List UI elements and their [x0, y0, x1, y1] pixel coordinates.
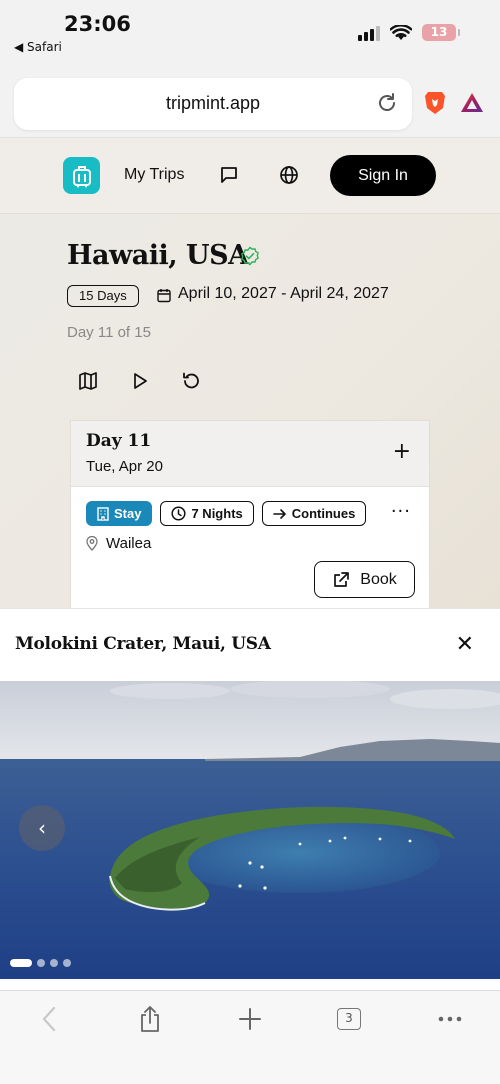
status-time: 23:06	[64, 12, 131, 36]
pin-icon	[86, 536, 98, 551]
reset-icon[interactable]	[181, 371, 201, 391]
place-title: Molokini Crater, Maui, USA	[15, 634, 271, 654]
more-icon[interactable]: ···	[391, 501, 411, 522]
chevron-left-icon: ‹	[38, 816, 46, 840]
brave-rewards-icon[interactable]	[460, 92, 484, 114]
stay-location: Wailea	[86, 535, 151, 552]
carousel-dot[interactable]	[63, 959, 71, 967]
place-photo-carousel[interactable]: ‹	[0, 681, 500, 979]
nights-tag[interactable]: 7 Nights	[160, 501, 254, 526]
nights-tag-label: 7 Nights	[191, 505, 243, 521]
location-name: Wailea	[106, 535, 152, 552]
day-card-header[interactable]: Day 11 Tue, Apr 20 +	[71, 421, 429, 487]
back-to-safari[interactable]: ◀ Safari	[14, 40, 62, 54]
stay-tags: Stay 7 Nights Continues	[86, 501, 367, 526]
previous-image-button[interactable]: ‹	[19, 805, 65, 851]
close-icon[interactable]: ✕	[456, 632, 474, 657]
continues-tag[interactable]: Continues	[261, 501, 367, 526]
hotel-icon	[97, 506, 109, 521]
day-label: Day 11	[86, 431, 152, 451]
carousel-dots	[10, 959, 71, 967]
play-icon[interactable]	[130, 371, 150, 391]
carousel-dot[interactable]	[50, 959, 58, 967]
trip-progress: Day 11 of 15	[67, 324, 151, 341]
my-trips-link[interactable]: My Trips	[124, 166, 184, 184]
arrow-right-icon	[272, 508, 286, 519]
trip-duration-badge: 15 Days	[67, 285, 139, 307]
url-text: tripmint.app	[165, 93, 261, 113]
calendar-icon	[157, 289, 171, 303]
globe-icon[interactable]	[279, 165, 299, 185]
plus-icon[interactable]: +	[393, 439, 411, 464]
external-link-icon	[334, 571, 350, 587]
wifi-icon	[390, 24, 412, 40]
trip-title: Hawaii, USA	[67, 240, 249, 271]
status-bar: 23:06 ◀ Safari 13	[0, 0, 500, 62]
browser-toolbar: 3	[0, 990, 500, 1084]
tabs-icon[interactable]: 3	[337, 1008, 361, 1030]
stay-tag-label: Stay	[114, 505, 142, 521]
address-bar[interactable]: tripmint.app	[14, 78, 412, 130]
stay-tag[interactable]: Stay	[86, 501, 153, 526]
place-photo	[0, 681, 500, 979]
back-icon[interactable]	[40, 1005, 60, 1033]
app-logo[interactable]	[63, 157, 100, 194]
share-icon[interactable]	[138, 1005, 162, 1033]
sign-in-button[interactable]: Sign In	[330, 155, 436, 196]
carousel-dot[interactable]	[37, 959, 45, 967]
carousel-dot[interactable]	[10, 959, 32, 967]
luggage-icon	[72, 165, 91, 187]
more-options-icon[interactable]	[437, 1005, 463, 1033]
browser-address-area: tripmint.app	[0, 62, 500, 138]
app-header: My Trips Sign In	[0, 138, 500, 214]
reload-icon[interactable]	[376, 92, 398, 114]
clock-icon	[171, 506, 187, 521]
status-icons: 13	[358, 24, 460, 41]
trip-dates: April 10, 2027 - April 24, 2027	[178, 285, 389, 302]
new-tab-icon[interactable]	[238, 1005, 262, 1033]
day-date: Tue, Apr 20	[86, 458, 163, 475]
continues-tag-label: Continues	[291, 505, 356, 521]
verified-icon	[241, 246, 259, 266]
trip-page: My Trips Sign In Hawaii, USA 15 Days Apr…	[0, 138, 500, 620]
brave-shield-icon[interactable]	[424, 90, 446, 116]
book-label: Book	[360, 570, 397, 588]
book-button[interactable]: Book	[314, 561, 415, 598]
day-card: Day 11 Tue, Apr 20 + Stay 7 Nights Conti…	[70, 420, 430, 620]
battery-indicator: 13	[422, 24, 460, 41]
chat-icon[interactable]	[219, 165, 239, 185]
signal-icon	[358, 25, 380, 41]
place-detail-sheet: Molokini Crater, Maui, USA ✕ ‹	[0, 608, 500, 990]
map-icon[interactable]	[78, 371, 98, 391]
